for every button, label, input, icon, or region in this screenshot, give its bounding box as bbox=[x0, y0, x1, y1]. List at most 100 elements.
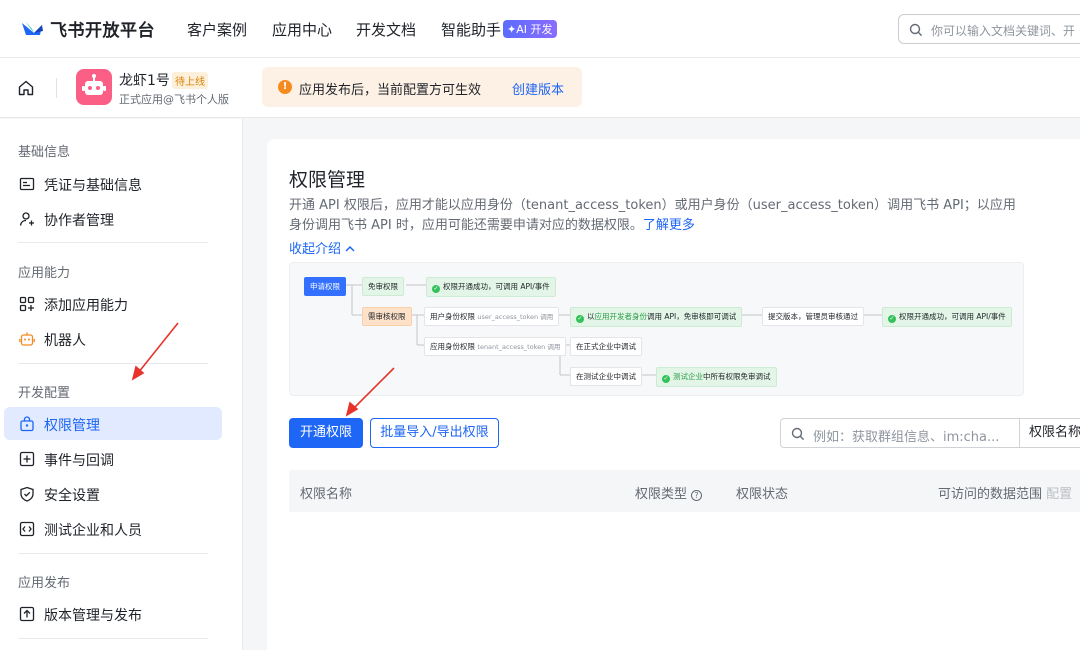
id-card-icon bbox=[19, 177, 35, 191]
test-icon bbox=[19, 521, 35, 537]
lock-icon bbox=[20, 416, 34, 432]
sidebar-item-label: 权限管理 bbox=[44, 418, 100, 434]
column-permission-type-label: 权限类型 bbox=[635, 487, 688, 502]
flow-node-user-identity: 用户身份权限 user_access_token 调用 bbox=[424, 307, 560, 326]
create-version-link[interactable]: 创建版本 bbox=[512, 79, 564, 98]
check-icon: ✓ bbox=[888, 315, 896, 323]
check-icon: ✓ bbox=[662, 375, 670, 383]
data-range-config-link[interactable]: 配置 bbox=[1046, 487, 1072, 502]
ai-dev-badge: ✦AI 开发 bbox=[503, 20, 557, 38]
flow-node-dev-call-suffix: 调用 API，免审核即可调试 bbox=[647, 312, 737, 321]
sidebar-item-label: 版本管理与发布 bbox=[44, 608, 142, 624]
home-icon[interactable] bbox=[17, 79, 35, 97]
flow-node-dev-call-prefix: 以 bbox=[587, 312, 595, 321]
user-add-icon bbox=[19, 212, 34, 226]
permission-search-input[interactable]: 例如：获取群组信息、im:cha... 权限名称 bbox=[780, 418, 1080, 448]
divider bbox=[56, 78, 57, 98]
flow-node-submit-version: 提交版本，管理员审核通过 bbox=[762, 307, 864, 326]
permission-search-placeholder: 例如：获取群组信息、im:cha... bbox=[813, 430, 1000, 445]
flow-node-dev-call: ✓ 以应用开发者身份调用 API，免审核即可调试 bbox=[570, 307, 743, 327]
column-data-range-label: 可访问的数据范围 bbox=[938, 487, 1043, 502]
section-title-capabilities: 应用能力 bbox=[18, 266, 71, 281]
page-title: 权限管理 bbox=[289, 169, 366, 191]
flow-node-test-free: ✓ 测试企业中所有权限免审调试 bbox=[656, 367, 777, 387]
divider bbox=[18, 553, 208, 554]
sidebar-item-test-tenants[interactable]: 测试企业和人员 bbox=[4, 512, 222, 545]
flow-node-user-token: user_access_token 调用 bbox=[477, 313, 554, 321]
flow-node-tenant-token: tenant_access_token 调用 bbox=[477, 343, 561, 351]
robot-icon bbox=[19, 332, 35, 346]
permissions-panel: 权限管理 开通 API 权限后，应用才能以应用身份（tenant_access_… bbox=[267, 139, 1080, 650]
divider bbox=[18, 363, 208, 364]
divider bbox=[18, 242, 208, 243]
nav-app-center[interactable]: 应用中心 bbox=[272, 19, 332, 40]
status-badge: 待上线 bbox=[172, 72, 208, 89]
flow-node-app-identity: 应用身份权限 tenant_access_token 调用 bbox=[424, 337, 567, 356]
sidebar-item-permissions[interactable]: 权限管理 bbox=[4, 407, 222, 440]
doc-search-placeholder: 你可以输入文档关键词、开 bbox=[931, 24, 1076, 38]
flow-node-test-free-highlight: 测试企业 bbox=[673, 372, 703, 381]
collapse-intro-toggle[interactable]: 收起介绍 bbox=[289, 238, 355, 257]
sidebar-item-label: 机器人 bbox=[44, 333, 86, 349]
section-title-publish: 应用发布 bbox=[18, 576, 71, 591]
flow-node-user-identity-text: 用户身份权限 bbox=[430, 312, 475, 321]
shield-icon bbox=[20, 486, 34, 502]
search-icon bbox=[791, 427, 805, 441]
check-icon: ✓ bbox=[576, 315, 584, 323]
sidebar-item-label: 安全设置 bbox=[44, 488, 100, 504]
sidebar-item-robot[interactable]: 机器人 bbox=[4, 322, 222, 355]
flow-node-success-top-text: 权限开通成功，可调用 API/事件 bbox=[443, 282, 550, 291]
open-permission-button[interactable]: 开通权限 bbox=[289, 418, 363, 448]
sidebar-item-credentials[interactable]: 凭证与基础信息 bbox=[4, 167, 222, 200]
upload-icon bbox=[19, 606, 35, 622]
event-icon bbox=[19, 451, 35, 467]
publish-notice: ! 应用发布后，当前配置方可生效 创建版本 bbox=[262, 67, 582, 107]
section-title-basic: 基础信息 bbox=[18, 145, 71, 160]
flow-node-success-right: ✓ 权限开通成功，可调用 API/事件 bbox=[882, 307, 1012, 327]
sidebar: 基础信息 凭证与基础信息 协作者管理 应用能力 添加应用能力 机器人 开发配置 … bbox=[0, 119, 243, 650]
permissions-table-header: 权限名称 权限类型? 权限状态 可访问的数据范围 配置 bbox=[289, 470, 1080, 512]
sidebar-item-collaborators[interactable]: 协作者管理 bbox=[4, 202, 222, 235]
nav-ai-assistant[interactable]: 智能助手 ✦AI 开发 bbox=[441, 19, 557, 40]
column-data-range: 可访问的数据范围 配置 bbox=[938, 483, 1072, 502]
sidebar-item-events[interactable]: 事件与回调 bbox=[4, 442, 222, 475]
sidebar-item-versions[interactable]: 版本管理与发布 bbox=[4, 597, 222, 630]
help-icon[interactable]: ? bbox=[691, 490, 703, 501]
top-navbar: 飞书开放平台 客户案例 应用中心 开发文档 智能助手 ✦AI 开发 你可以输入文档… bbox=[0, 0, 1080, 58]
flow-node-app-identity-text: 应用身份权限 bbox=[430, 342, 475, 351]
sidebar-item-label: 添加应用能力 bbox=[44, 298, 128, 314]
sidebar-item-add-capability[interactable]: 添加应用能力 bbox=[4, 287, 222, 320]
app-header: 龙虾1号 待上线 正式应用@飞书个人版 ! 应用发布后，当前配置方可生效 创建版… bbox=[0, 58, 1080, 118]
column-permission-name: 权限名称 bbox=[300, 487, 353, 502]
batch-import-export-button[interactable]: 批量导入/导出权限 bbox=[370, 418, 499, 448]
robot-avatar-icon bbox=[82, 74, 106, 95]
column-permission-status: 权限状态 bbox=[736, 487, 789, 502]
check-icon: ✓ bbox=[432, 285, 440, 293]
flow-node-free-review: 免审权限 bbox=[362, 277, 404, 296]
doc-search-input[interactable]: 你可以输入文档关键词、开 bbox=[898, 14, 1080, 44]
app-subtitle: 正式应用@飞书个人版 bbox=[119, 93, 229, 106]
flow-node-test-debug: 在测试企业中调试 bbox=[570, 367, 642, 386]
flow-node-test-free-suffix: 中所有权限免审调试 bbox=[703, 372, 771, 381]
search-icon bbox=[909, 23, 923, 37]
sidebar-item-security[interactable]: 安全设置 bbox=[4, 477, 222, 510]
nav-dev-docs[interactable]: 开发文档 bbox=[356, 19, 416, 40]
app-avatar bbox=[76, 69, 112, 105]
nav-customer-cases[interactable]: 客户案例 bbox=[187, 19, 247, 40]
search-field-select[interactable]: 权限名称 bbox=[1019, 419, 1080, 447]
page-description: 开通 API 权限后，应用才能以应用身份（tenant_access_token… bbox=[289, 196, 1024, 236]
column-permission-type: 权限类型? bbox=[635, 483, 703, 502]
brand-name: 飞书开放平台 bbox=[50, 21, 155, 41]
learn-more-link[interactable]: 了解更多 bbox=[643, 218, 695, 233]
collapse-intro-label: 收起介绍 bbox=[289, 242, 342, 257]
divider bbox=[18, 638, 208, 639]
flow-node-prod-debug: 在正式企业中调试 bbox=[570, 337, 642, 356]
sidebar-item-label: 事件与回调 bbox=[44, 453, 114, 469]
feishu-logo-icon bbox=[22, 20, 43, 35]
sidebar-item-label: 测试企业和人员 bbox=[44, 523, 142, 539]
flow-node-success-top: ✓ 权限开通成功，可调用 API/事件 bbox=[426, 277, 556, 297]
chevron-up-icon bbox=[345, 245, 355, 252]
grid-add-icon bbox=[19, 296, 35, 312]
brand-logo[interactable]: 飞书开放平台 bbox=[20, 16, 155, 41]
notice-text: 应用发布后，当前配置方可生效 bbox=[299, 83, 482, 98]
